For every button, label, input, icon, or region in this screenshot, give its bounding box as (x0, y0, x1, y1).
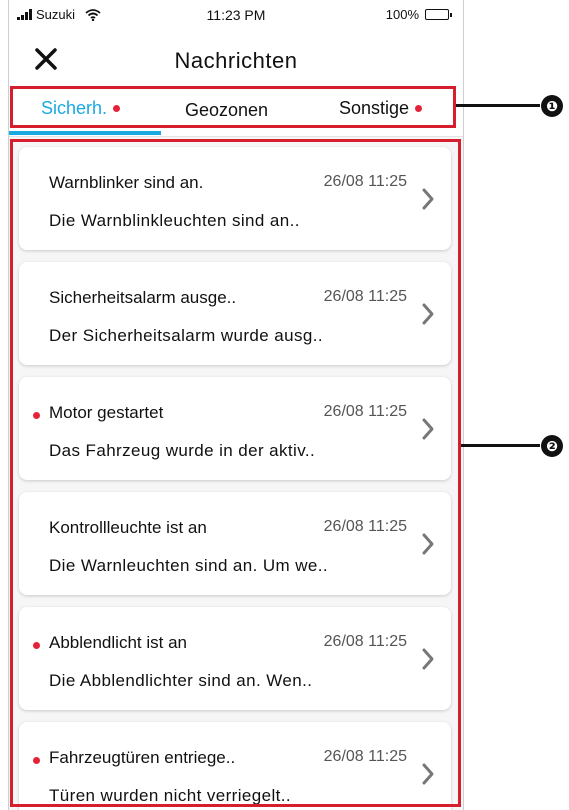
tab-bar: Sicherh. Geozonen Sonstige (9, 86, 463, 137)
message-time: 26/08 11:25 (323, 518, 407, 535)
message-time: 26/08 11:25 (323, 173, 407, 190)
header-bar: Nachrichten (9, 30, 463, 86)
message-list[interactable]: Warnblinker sind an. 26/08 11:25 Die War… (9, 139, 463, 810)
message-title: Fahrzeugtüren entriege.. (49, 748, 236, 767)
message-time: 26/08 11:25 (323, 403, 407, 420)
message-card[interactable]: Motor gestartet 26/08 11:25 Das Fahrzeug… (19, 377, 451, 480)
chevron-right-icon (422, 533, 434, 555)
chevron-right-icon (422, 418, 434, 440)
message-title: Kontrollleuchte ist an (49, 518, 207, 537)
message-title: Warnblinker sind an. (49, 173, 204, 192)
annotation-marker-2: ❷ (541, 435, 563, 457)
message-preview: Der Sicherheitsalarm wurde ausg.. (49, 326, 323, 345)
battery-icon (425, 9, 452, 20)
message-preview: Die Warnleuchten sind an. Um we.. (49, 556, 329, 575)
chevron-right-icon (422, 188, 434, 210)
tab-label: Sicherh. (41, 98, 108, 118)
message-preview: Die Abblendlichter sind an. Wen.. (49, 671, 313, 690)
status-bar: Suzuki 11:23 PM 100% (9, 0, 463, 30)
unread-dot (113, 105, 121, 112)
page-title: Nachrichten (174, 48, 298, 73)
tab-label: Sonstige (339, 98, 410, 118)
message-title: Abblendlicht ist an (49, 633, 187, 652)
message-card[interactable]: Abblendlicht ist an 26/08 11:25 Die Abbl… (19, 607, 451, 710)
unread-dot (33, 757, 40, 764)
active-tab-indicator (9, 131, 161, 135)
unread-dot (33, 412, 40, 419)
phone-screen: Suzuki 11:23 PM 100% Nachrichten Sicherh… (8, 0, 464, 810)
tab-sicherheit[interactable]: Sicherh. (41, 98, 121, 119)
tab-geozonen[interactable]: Geozonen (185, 100, 268, 121)
message-card[interactable]: Fahrzeugtüren entriege.. 26/08 11:25 Tür… (19, 722, 451, 810)
chevron-right-icon (422, 763, 434, 785)
tab-sonstige[interactable]: Sonstige (339, 98, 423, 119)
message-time: 26/08 11:25 (323, 748, 407, 765)
message-title: Sicherheitsalarm ausge.. (49, 288, 237, 307)
unread-dot (415, 105, 423, 112)
battery-percent: 100% (385, 7, 419, 22)
message-preview: Türen wurden nicht verriegelt.. (49, 786, 292, 805)
message-title: Motor gestartet (49, 403, 164, 422)
annotation-leader-line (456, 104, 540, 107)
chevron-right-icon (422, 303, 434, 325)
message-card[interactable]: Sicherheitsalarm ausge.. 26/08 11:25 Der… (19, 262, 451, 365)
message-preview: Das Fahrzeug wurde in der aktiv.. (49, 441, 316, 460)
message-time: 26/08 11:25 (323, 633, 407, 650)
message-card[interactable]: Kontrollleuchte ist an 26/08 11:25 Die W… (19, 492, 451, 595)
message-time: 26/08 11:25 (323, 288, 407, 305)
annotation-marker-1: ❶ (541, 95, 563, 117)
status-right: 100% (385, 7, 452, 22)
message-card[interactable]: Warnblinker sind an. 26/08 11:25 Die War… (19, 147, 451, 250)
chevron-right-icon (422, 648, 434, 670)
annotation-leader-line (461, 444, 540, 447)
tab-label: Geozonen (185, 100, 269, 120)
unread-dot (33, 642, 40, 649)
message-preview: Die Warnblinkleuchten sind an.. (49, 211, 300, 230)
